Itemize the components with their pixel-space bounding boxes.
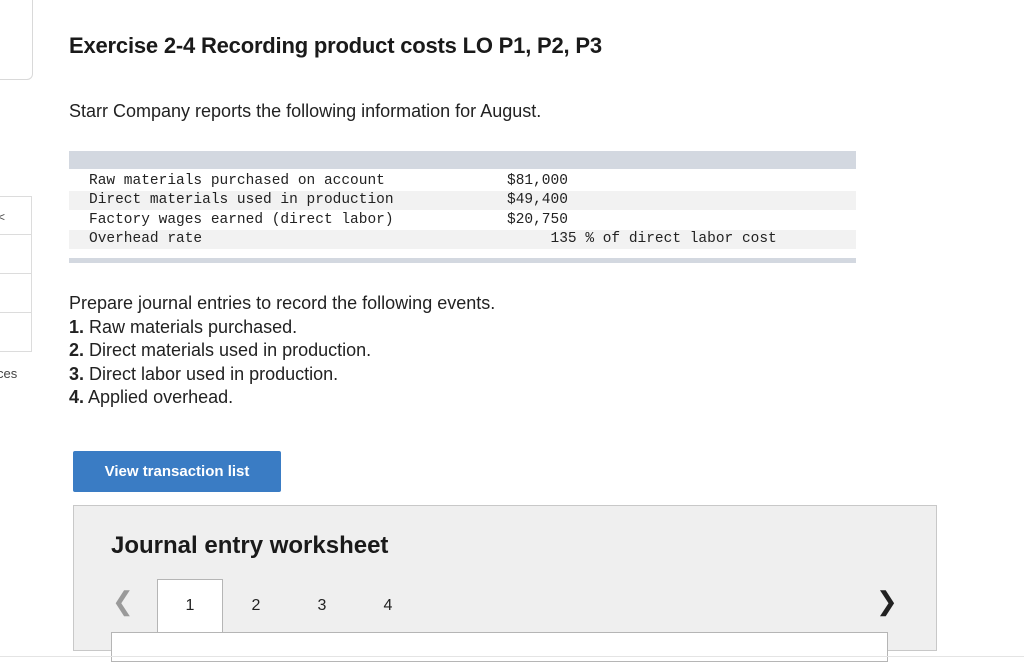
instruction-item: 4. Applied overhead. bbox=[69, 386, 495, 410]
sidebar-item[interactable] bbox=[0, 274, 32, 313]
item-number: 3. bbox=[69, 363, 85, 384]
table-row: Direct materials used in production $49,… bbox=[69, 190, 856, 210]
row-value: $81,000 bbox=[507, 172, 568, 189]
instructions-heading: Prepare journal entries to record the fo… bbox=[69, 293, 496, 313]
chevron-right-icon[interactable]: ❯ bbox=[876, 586, 898, 617]
item-text: Direct materials used in production. bbox=[84, 340, 372, 360]
worksheet-tab-4[interactable]: 4 bbox=[355, 579, 421, 632]
table-row: Raw materials purchased on account $81,0… bbox=[69, 171, 856, 191]
table-header-bar bbox=[69, 151, 856, 169]
divider bbox=[0, 656, 1024, 657]
view-transaction-list-button[interactable]: View transaction list bbox=[73, 451, 281, 492]
item-text: Direct labor used in production. bbox=[84, 363, 339, 384]
worksheet-panel bbox=[111, 632, 888, 662]
table-row: Overhead rate 135 % of direct labor cost bbox=[69, 229, 856, 249]
intro-text: Starr Company reports the following info… bbox=[69, 101, 542, 121]
sidebar-chevron-icon[interactable]: < bbox=[0, 210, 5, 224]
row-value: $20,750 bbox=[507, 211, 568, 228]
row-label: Direct materials used in production bbox=[89, 192, 394, 209]
sidebar-card bbox=[0, 0, 33, 80]
worksheet-tab-3[interactable]: 3 bbox=[289, 579, 355, 632]
sidebar-label[interactable]: ces bbox=[0, 366, 17, 381]
chevron-left-icon[interactable]: ❮ bbox=[112, 586, 134, 617]
row-label: Raw materials purchased on account bbox=[89, 172, 385, 189]
info-table: Raw materials purchased on account $81,0… bbox=[69, 151, 856, 263]
item-number: 4. bbox=[69, 387, 85, 407]
row-value: $49,400 bbox=[507, 192, 568, 209]
item-text: Applied overhead. bbox=[84, 387, 234, 407]
sidebar-item[interactable] bbox=[0, 313, 32, 352]
instructions: Prepare journal entries to record the fo… bbox=[69, 292, 495, 410]
item-text: Raw materials purchased. bbox=[84, 316, 298, 337]
worksheet-tab-2[interactable]: 2 bbox=[223, 579, 289, 632]
item-number: 1. bbox=[69, 316, 85, 337]
sidebar-item[interactable] bbox=[0, 235, 32, 274]
row-label: Overhead rate bbox=[89, 231, 203, 248]
row-label: Factory wages earned (direct labor) bbox=[89, 211, 394, 228]
instruction-item: 1. Raw materials purchased. bbox=[69, 316, 495, 340]
item-number: 2. bbox=[69, 340, 85, 360]
instruction-item: 2. Direct materials used in production. bbox=[69, 339, 495, 363]
worksheet-title: Journal entry worksheet bbox=[111, 532, 389, 559]
instruction-item: 3. Direct labor used in production. bbox=[69, 363, 495, 387]
row-value: 135 % of direct labor cost bbox=[507, 231, 777, 248]
table-footer-bar bbox=[69, 258, 856, 263]
page-title: Exercise 2-4 Recording product costs LO … bbox=[69, 33, 602, 58]
journal-entry-worksheet: Journal entry worksheet ❮ 1 2 3 4 ❯ bbox=[73, 505, 937, 662]
table-row: Factory wages earned (direct labor) $20,… bbox=[69, 210, 856, 230]
worksheet-tab-1[interactable]: 1 bbox=[157, 579, 223, 632]
